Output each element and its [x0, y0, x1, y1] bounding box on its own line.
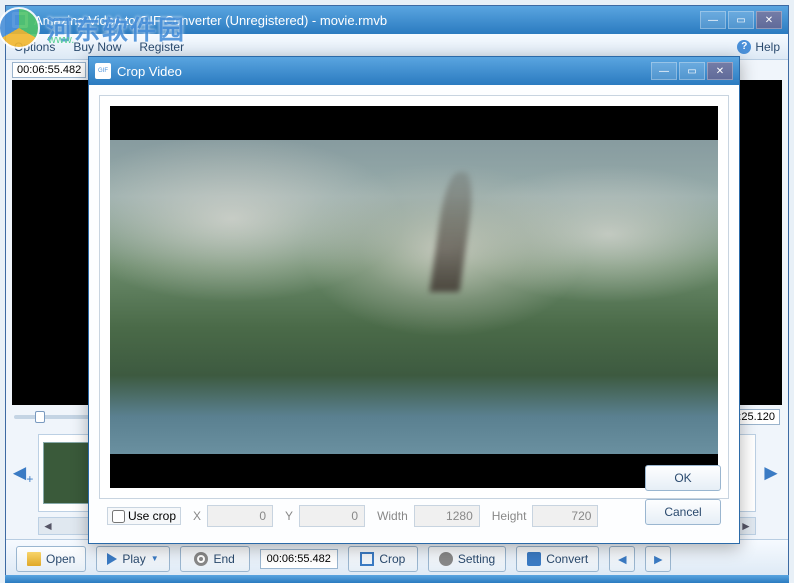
end-time-field[interactable]: 00:06:55.482 — [260, 549, 338, 569]
smoke-plume — [430, 172, 477, 292]
x-label: X — [193, 509, 201, 523]
bottom-strip — [5, 575, 789, 583]
width-input[interactable] — [414, 505, 480, 527]
use-crop-checkbox[interactable] — [112, 510, 125, 523]
scroll-left-icon[interactable]: ◄ — [39, 518, 57, 534]
minimize-button[interactable]: — — [700, 11, 726, 29]
current-time-box: 00:06:55.482 — [12, 62, 86, 78]
width-field-group: Width — [377, 505, 480, 527]
dialog-minimize-button[interactable]: — — [651, 62, 677, 80]
convert-label: Convert — [546, 552, 588, 566]
setting-button[interactable]: Setting — [428, 546, 506, 572]
dialog-title: Crop Video — [117, 64, 649, 79]
y-input[interactable] — [299, 505, 365, 527]
folder-icon — [27, 552, 41, 566]
video-frame-preview — [110, 140, 718, 453]
help-label: Help — [755, 40, 780, 54]
ok-button[interactable]: OK — [645, 465, 721, 491]
window-title: Amazing Video to GIF Converter (Unregist… — [34, 13, 698, 28]
height-input[interactable] — [532, 505, 598, 527]
crop-dialog: Crop Video — ▭ ✕ Use crop X Y — [88, 56, 740, 544]
height-field-group: Height — [492, 505, 599, 527]
dialog-titlebar: Crop Video — ▭ ✕ — [89, 57, 739, 85]
x-input[interactable] — [207, 505, 273, 527]
maximize-button[interactable]: ▭ — [728, 11, 754, 29]
crop-button[interactable]: Crop — [348, 546, 418, 572]
convert-button[interactable]: Convert — [516, 546, 599, 572]
preview-inner — [110, 106, 718, 488]
play-icon — [107, 553, 117, 565]
menu-buy-now[interactable]: Buy Now — [73, 40, 121, 54]
end-button[interactable]: End — [180, 546, 250, 572]
seek-thumb[interactable] — [35, 411, 45, 423]
main-titlebar: Amazing Video to GIF Converter (Unregist… — [6, 6, 788, 34]
dialog-maximize-button[interactable]: ▭ — [679, 62, 705, 80]
help-button[interactable]: ? Help — [737, 40, 780, 54]
setting-label: Setting — [458, 552, 495, 566]
thumb-prev-button[interactable]: ◄+ — [12, 438, 34, 508]
y-field-group: Y — [285, 505, 365, 527]
play-button[interactable]: Play▼ — [96, 546, 169, 572]
clock-icon — [194, 552, 208, 566]
open-button[interactable]: Open — [16, 546, 86, 572]
dialog-body: Use crop X Y Width Height — [89, 85, 739, 543]
crop-controls-row: Use crop X Y Width Height — [99, 499, 729, 533]
app-icon — [12, 12, 28, 28]
play-label: Play — [122, 552, 145, 566]
menu-register[interactable]: Register — [139, 40, 184, 54]
close-button[interactable]: ✕ — [756, 11, 782, 29]
gear-icon — [439, 552, 453, 566]
preview-frame — [99, 95, 729, 499]
end-label: End — [213, 552, 234, 566]
height-label: Height — [492, 509, 527, 523]
use-crop-label: Use crop — [128, 509, 176, 523]
prev-button[interactable]: ◄ — [609, 546, 635, 572]
thumb-next-button[interactable]: ► — [760, 438, 782, 508]
crop-label: Crop — [379, 552, 405, 566]
width-label: Width — [377, 509, 408, 523]
help-icon: ? — [737, 40, 751, 54]
cancel-button[interactable]: Cancel — [645, 499, 721, 525]
menu-options[interactable]: Options — [14, 40, 55, 54]
dialog-close-button[interactable]: ✕ — [707, 62, 733, 80]
next-button[interactable]: ► — [645, 546, 671, 572]
dialog-buttons: OK Cancel — [645, 465, 721, 525]
crop-icon — [360, 552, 374, 566]
y-label: Y — [285, 509, 293, 523]
convert-icon — [527, 552, 541, 566]
open-label: Open — [46, 552, 75, 566]
toolbar: Open Play▼ End 00:06:55.482 Crop Setting… — [6, 539, 788, 577]
x-field-group: X — [193, 505, 273, 527]
dialog-icon — [95, 63, 111, 79]
use-crop-checkbox-wrap[interactable]: Use crop — [107, 507, 181, 525]
